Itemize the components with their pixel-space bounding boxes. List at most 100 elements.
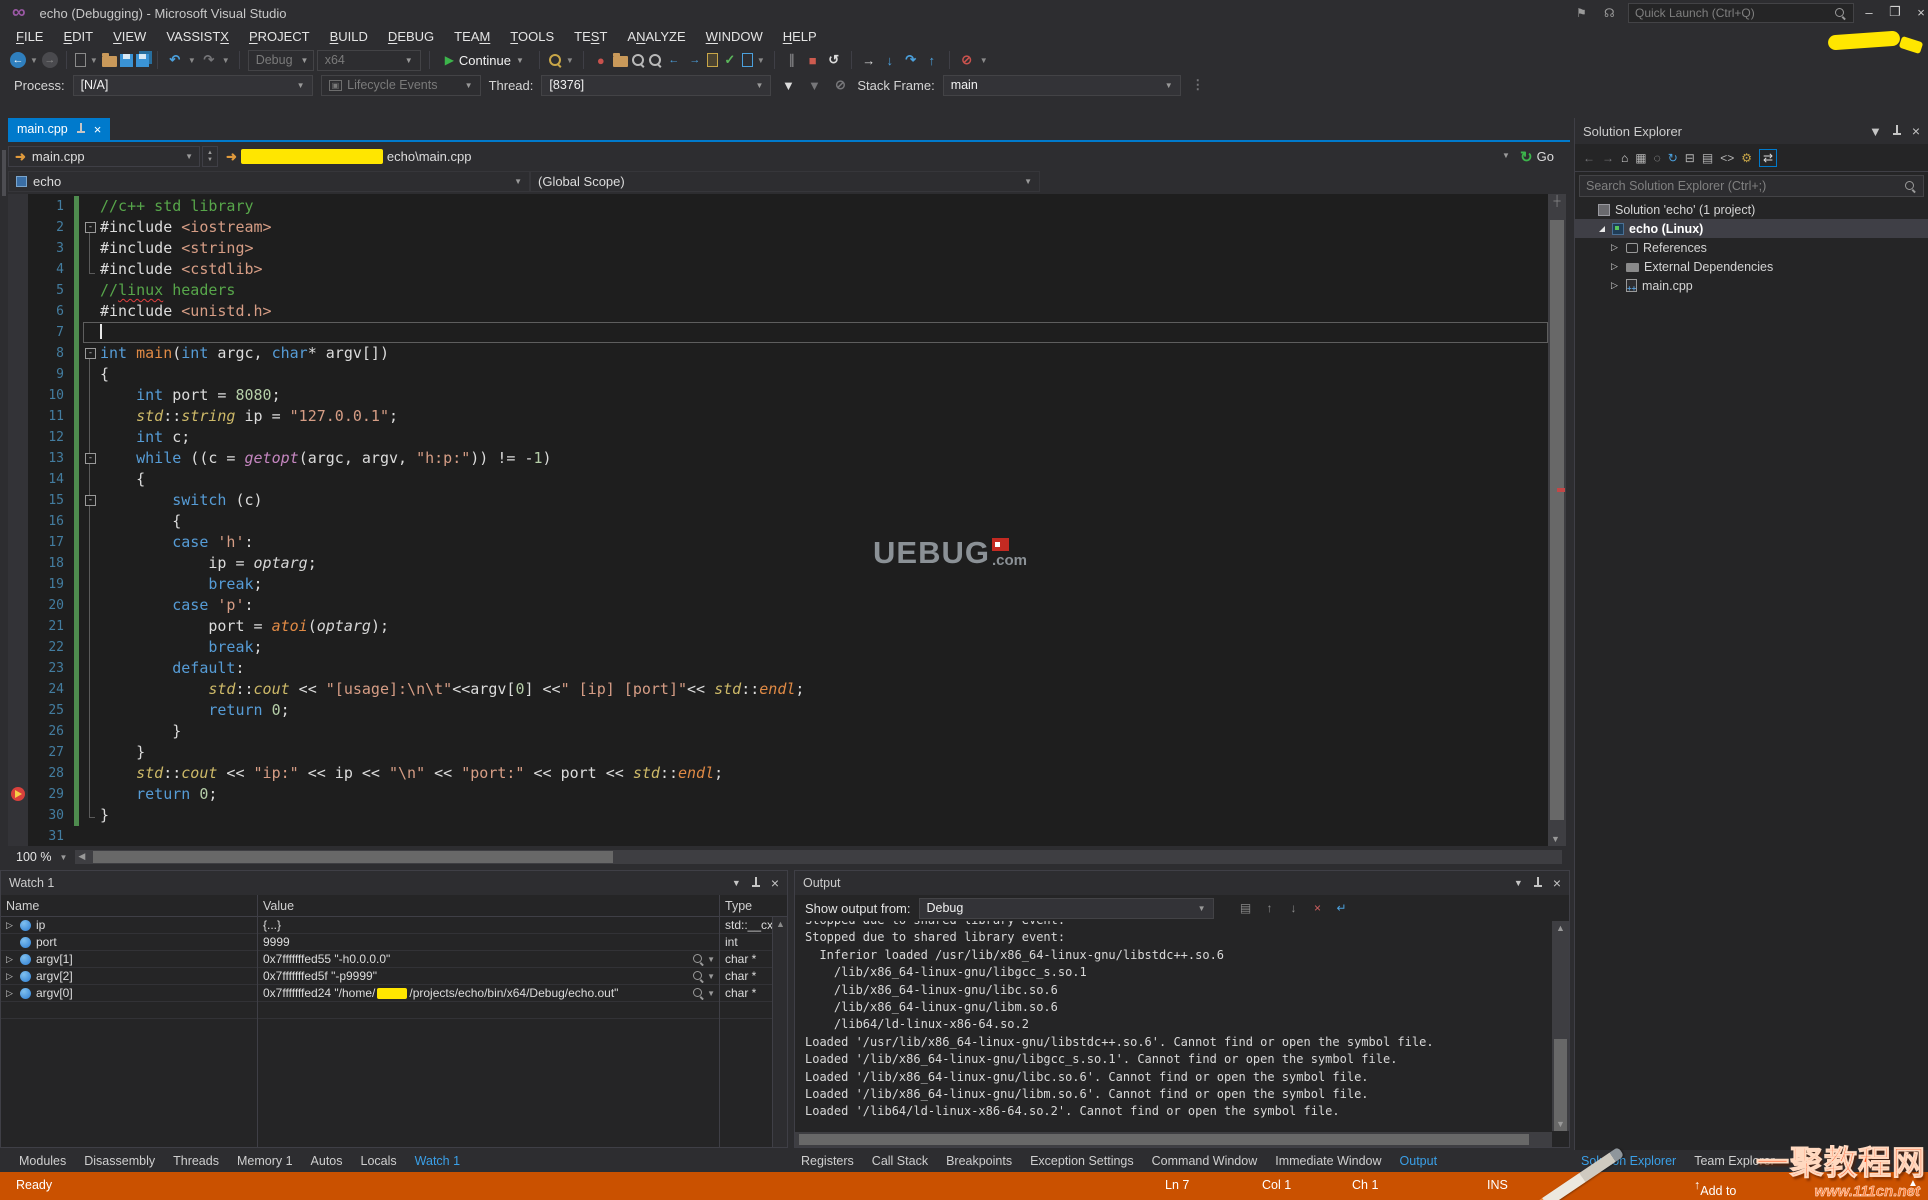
stack-frame-combo[interactable]: main ▼ [942, 74, 1181, 96]
scroll-down-icon[interactable]: ▼ [1551, 834, 1560, 844]
watch-value-cell[interactable]: 9999 [257, 935, 719, 949]
expand-icon[interactable]: ▷ [6, 920, 15, 931]
nav-spinner[interactable]: ▲ ▼ [202, 146, 218, 167]
code-line-7[interactable]: 7 [8, 322, 1548, 343]
watch-name-cell[interactable]: ▷ argv[1] [1, 952, 257, 966]
stop-icon[interactable]: ■ [804, 51, 822, 69]
file-scope-combo[interactable]: echo ▼ [8, 171, 530, 192]
wrench-icon[interactable]: ⚙ [1741, 151, 1752, 165]
code-line-20[interactable]: 20 case 'p': [8, 595, 1548, 616]
tab-immediate-window[interactable]: Immediate Window [1266, 1154, 1390, 1168]
watch-name-cell[interactable]: ▷ ip [1, 918, 257, 932]
watch-row-argv[0][interactable]: ▷ argv[0] 0x7fffffffed24 "/home//projects/… [1, 985, 787, 1002]
code-line-4[interactable]: 4 #include <cstdlib> [8, 259, 1548, 280]
status-expand-icon[interactable]: ▲ [1908, 1178, 1918, 1189]
redo-icon[interactable]: ↷ [200, 51, 218, 69]
tab-call-stack[interactable]: Call Stack [863, 1154, 937, 1168]
menu-item-vassistx[interactable]: VASSISTX [156, 26, 239, 48]
breakpoint-current-statement-icon[interactable] [11, 787, 25, 801]
code-line-25[interactable]: 25 return 0; [8, 700, 1548, 721]
next-message-icon[interactable]: ↓ [1284, 901, 1304, 915]
menu-item-window[interactable]: WINDOW [696, 26, 773, 48]
code-line-26[interactable]: 26 } [8, 721, 1548, 742]
dropdown-caret-icon[interactable]: ▼ [29, 56, 39, 65]
tab-autos[interactable]: Autos [302, 1154, 352, 1168]
switch-views-icon[interactable]: ▦ [1635, 151, 1646, 165]
collapsed-arrow-icon[interactable]: ▷ [1611, 261, 1621, 272]
watch-name-cell[interactable]: ▷ argv[2] [1, 969, 257, 983]
value-visualizer-button[interactable]: ▼ [692, 987, 715, 1000]
feedback-icon[interactable]: ☊ [1604, 6, 1615, 20]
go-button[interactable]: ↻ Go [1520, 146, 1554, 167]
quick-find-icon[interactable] [648, 53, 662, 67]
menu-item-help[interactable]: HELP [773, 26, 827, 48]
value-visualizer-button[interactable]: ▼ [692, 953, 715, 966]
thread-combo[interactable]: [8376] ▼ [541, 74, 772, 96]
nav-caret-icon[interactable]: ▼ [1502, 151, 1510, 160]
code-line-18[interactable]: 18 ip = optarg; [8, 553, 1548, 574]
toolbar-overflow-icon[interactable]: ⋮ [1189, 76, 1207, 94]
pin-icon[interactable] [751, 877, 761, 889]
tab-exception-settings[interactable]: Exception Settings [1021, 1154, 1143, 1168]
quick-launch-input[interactable]: Quick Launch (Ctrl+Q) [1628, 3, 1854, 23]
code-line-19[interactable]: 19 break; [8, 574, 1548, 595]
expand-icon[interactable]: ▷ [6, 954, 15, 965]
fold-collapse-icon[interactable]: - [85, 495, 96, 506]
editor-horizontal-scrollbar[interactable]: ◀ [75, 850, 1562, 864]
step-into-icon[interactable]: ↓ [881, 51, 899, 69]
tab-modules[interactable]: Modules [10, 1154, 75, 1168]
dropdown-caret-icon[interactable]: ▼ [565, 56, 575, 65]
tree-item-echo-linux-[interactable]: echo (Linux) [1575, 219, 1928, 238]
code-line-10[interactable]: 10 int port = 8080; [8, 385, 1548, 406]
nav-file-combo[interactable]: ➜ main.cpp ▼ [8, 146, 200, 167]
menu-item-file[interactable]: FILE [6, 26, 53, 48]
menu-item-analyze[interactable]: ANALYZE [617, 26, 695, 48]
restart-icon[interactable]: ↺ [825, 51, 843, 69]
tab-close-icon[interactable]: × [94, 122, 102, 137]
insert-file-icon[interactable] [706, 53, 718, 67]
code-line-22[interactable]: 22 break; [8, 637, 1548, 658]
watch-value-cell[interactable]: 0x7fffffffed5f "-p9999" ▼ [257, 969, 719, 983]
show-next-statement-icon[interactable]: → [860, 51, 878, 69]
solution-explorer-title[interactable]: Solution Explorer ▼ × [1575, 118, 1928, 144]
code-line-31[interactable]: 31 [8, 826, 1548, 846]
filter-threads-icon[interactable]: ▼ [779, 76, 797, 94]
close-icon[interactable]: × [1912, 123, 1920, 139]
process-combo[interactable]: [N/A] ▼ [72, 74, 313, 96]
panel-tab-solution-explorer[interactable]: Solution Explorer [1572, 1154, 1685, 1168]
step-over-icon[interactable]: ↷ [902, 51, 920, 69]
expand-icon[interactable]: ▷ [6, 971, 15, 982]
code-line-27[interactable]: 27 } [8, 742, 1548, 763]
dropdown-caret-icon[interactable]: ▼ [221, 56, 231, 65]
minimize-button[interactable]: – [1856, 0, 1882, 24]
pending-changes-filter-icon[interactable]: ◌ [1654, 151, 1661, 165]
navigate-forward-icon[interactable]: → [41, 52, 58, 68]
tab-watch-1[interactable]: Watch 1 [406, 1154, 469, 1168]
tree-item-external-dependencies[interactable]: ▷ External Dependencies [1575, 257, 1928, 276]
watch-row-port[interactable]: port 9999 int [1, 934, 787, 951]
save-all-icon[interactable] [135, 53, 149, 67]
watch-scrollbar[interactable]: ▲ [772, 917, 787, 1147]
tab-threads[interactable]: Threads [164, 1154, 228, 1168]
code-line-5[interactable]: 5 //linux headers [8, 280, 1548, 301]
tree-item-solution-echo-1-project-[interactable]: Solution 'echo' (1 project) [1575, 200, 1928, 219]
tab-main-cpp[interactable]: main.cpp × [8, 118, 111, 140]
code-line-11[interactable]: 11 std::string ip = "127.0.0.1"; [8, 406, 1548, 427]
disable-breakpoints-icon[interactable]: ⊘ [958, 51, 976, 69]
global-scope-combo[interactable]: (Global Scope) ▼ [530, 171, 1040, 192]
clear-all-icon[interactable]: × [1308, 901, 1328, 915]
column-value[interactable]: Value [257, 899, 719, 913]
scrollbar-thumb[interactable] [93, 851, 614, 863]
zoom-control[interactable]: 100 % ▼ [8, 850, 75, 864]
watch-panel-title[interactable]: Watch 1 ▼ × [1, 871, 787, 895]
attach-icon[interactable]: ● [592, 51, 610, 69]
window-position-icon[interactable]: ▼ [1869, 124, 1882, 139]
menu-item-team[interactable]: TEAM [444, 26, 500, 48]
code-line-29[interactable]: 29 return 0; [8, 784, 1548, 805]
code-line-23[interactable]: 23 default: [8, 658, 1548, 679]
window-position-icon[interactable]: ▼ [1514, 878, 1523, 888]
add-to-source-control-button[interactable]: ↑ Add to Source Control [1694, 1178, 1740, 1200]
pin-icon[interactable] [1892, 125, 1902, 137]
pin-icon[interactable] [1533, 877, 1543, 889]
navigate-forward-icon[interactable]: → [1602, 151, 1614, 165]
